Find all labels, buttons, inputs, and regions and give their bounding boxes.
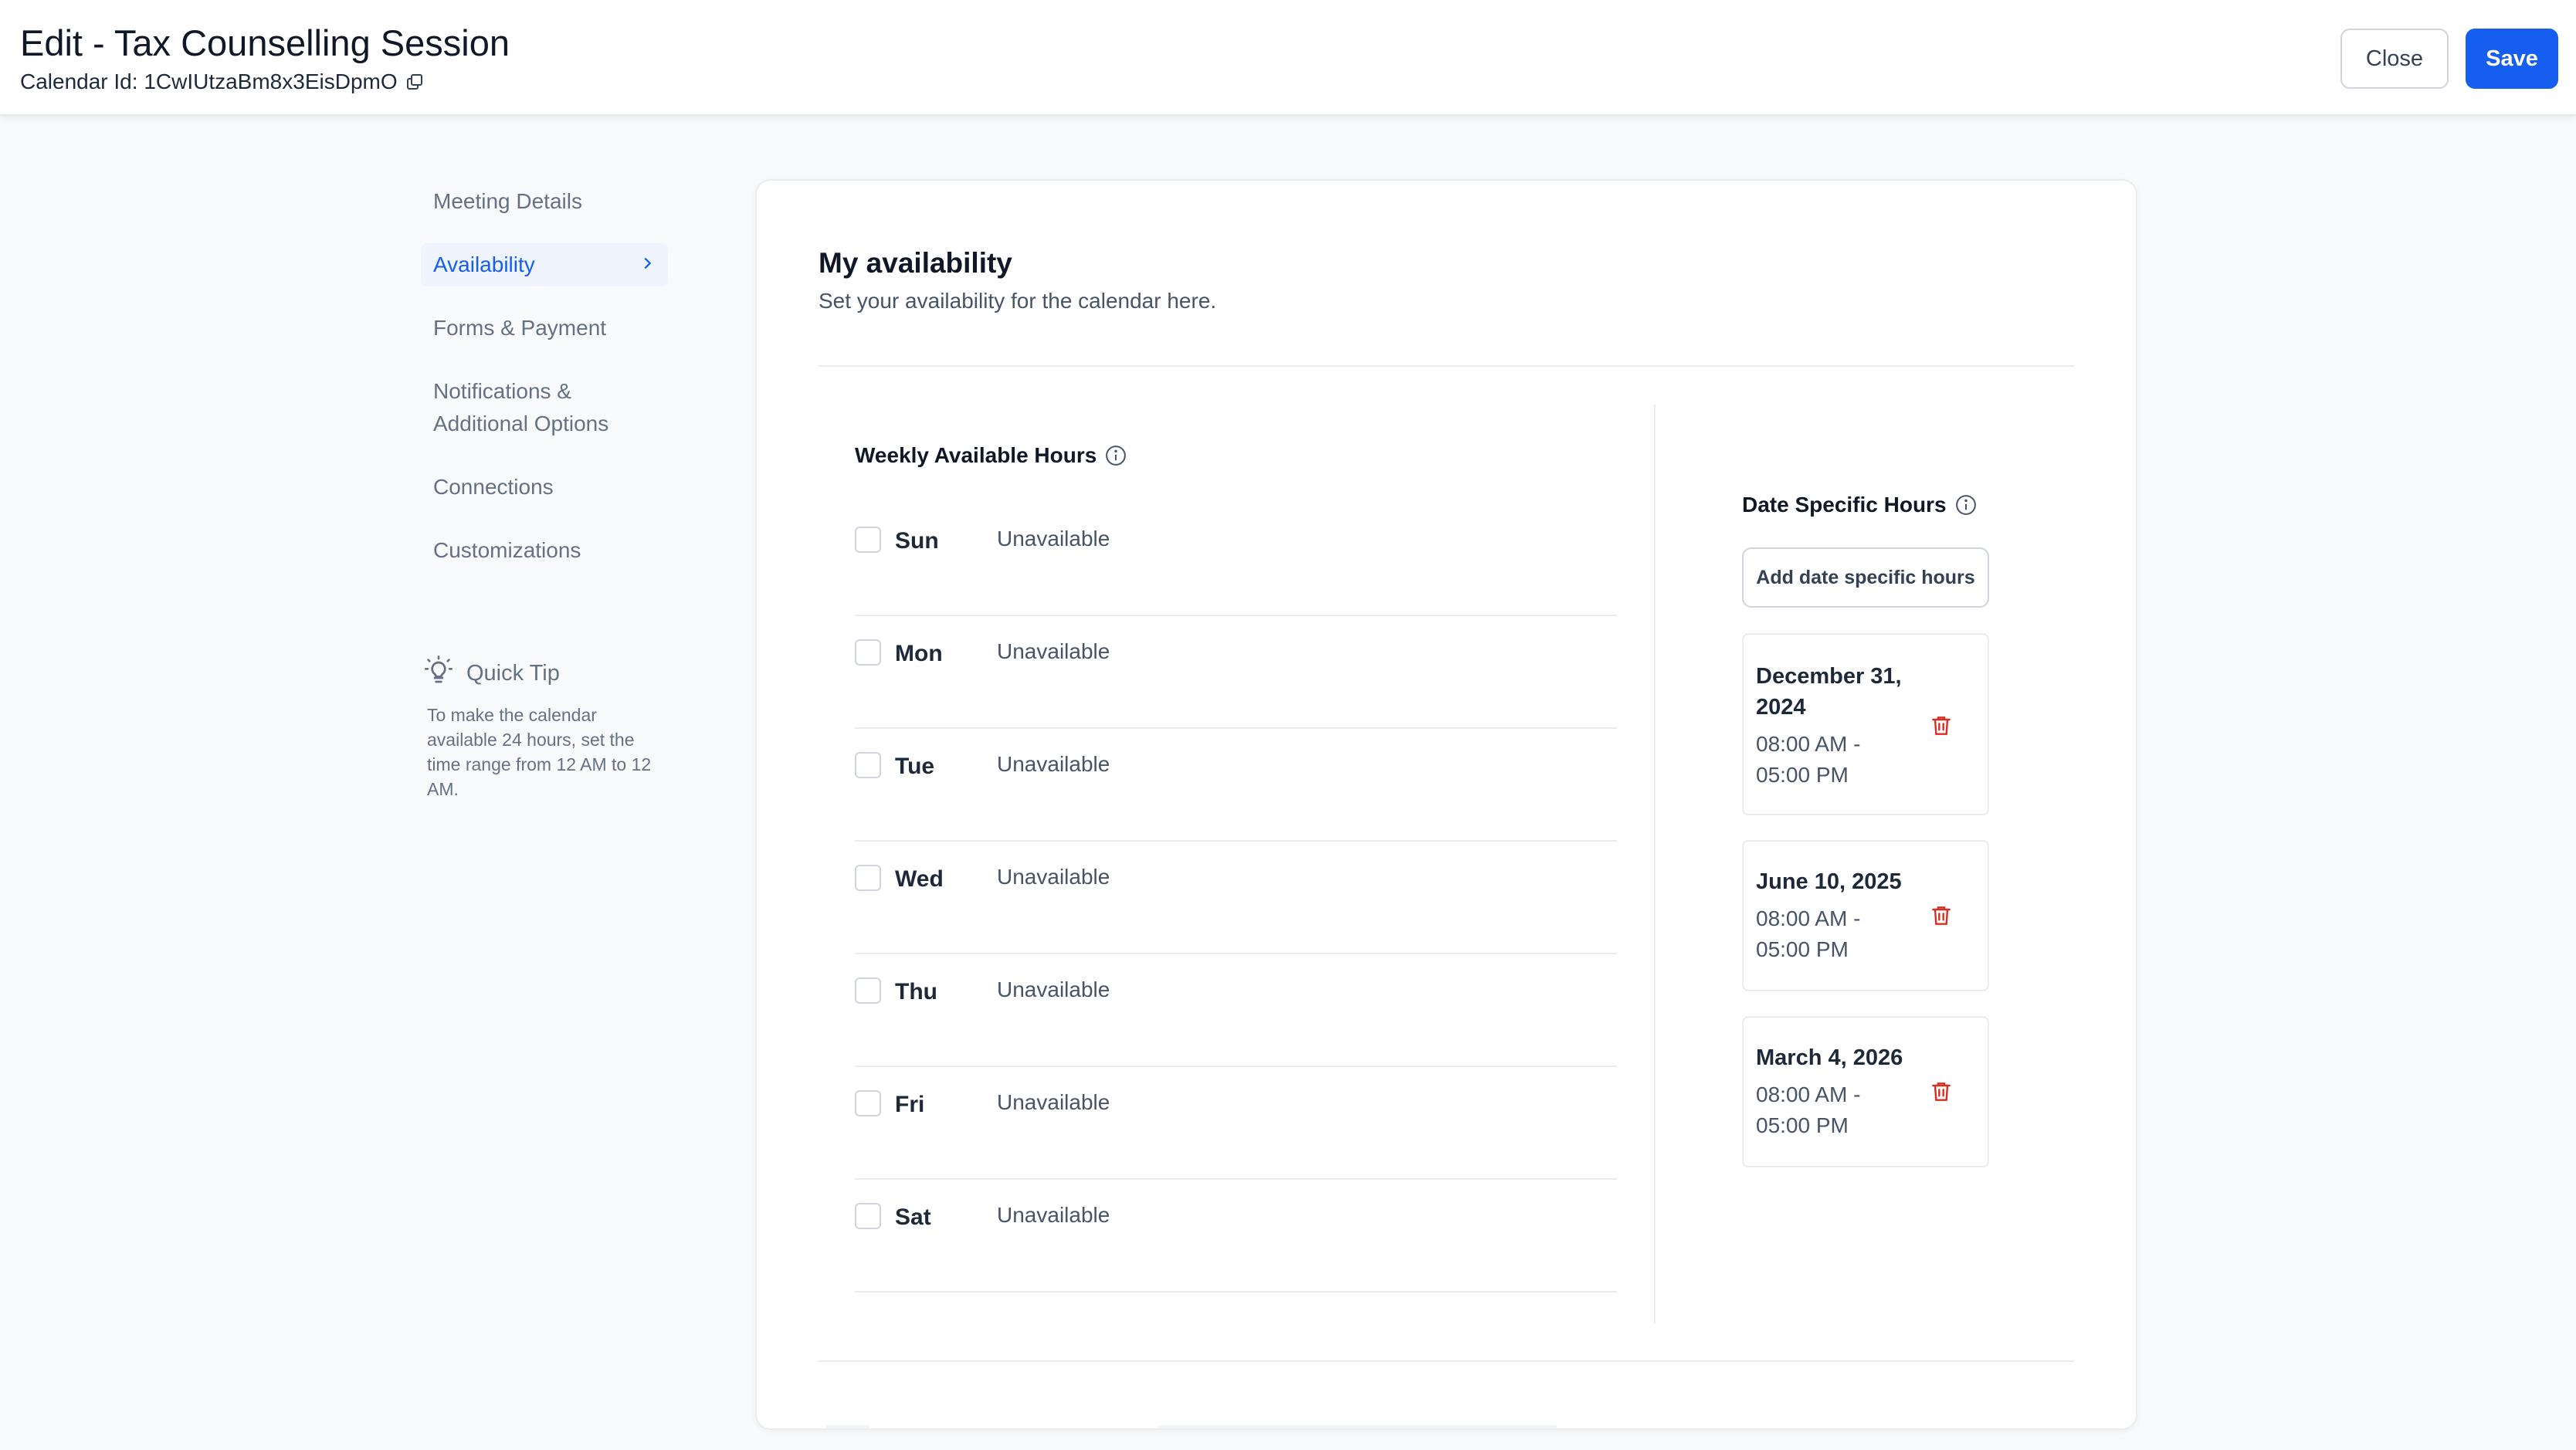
date-specific-label: Date Specific Hours: [1742, 493, 1947, 517]
day-status: Unavailable: [997, 639, 1110, 663]
date-entry-date: March 4, 2026: [1756, 1045, 1903, 1070]
close-button[interactable]: Close: [2340, 29, 2449, 89]
add-date-specific-hours-button[interactable]: Add date specific hours: [1742, 547, 1989, 608]
sidebar-item-connections[interactable]: Connections: [421, 471, 668, 503]
section-subtitle: Set your availability for the calendar h…: [819, 289, 1217, 313]
day-status: Unavailable: [997, 1090, 1110, 1114]
day-name: Tue: [895, 754, 935, 779]
date-entry-card: December 31, 2024 08:00 AM - 05:00 PM: [1742, 633, 1989, 815]
date-entry-time: 08:00 AM -: [1756, 1082, 1861, 1106]
day-name: Sat: [895, 1204, 931, 1230]
day-checkbox[interactable]: [855, 977, 881, 1004]
divider: [819, 365, 2074, 367]
sidebar-item-meeting-details[interactable]: Meeting Details: [421, 185, 668, 218]
column-divider: [1654, 405, 1656, 1323]
trash-icon[interactable]: [1929, 712, 1954, 740]
divider: [819, 1360, 2074, 1362]
date-entry-time: 08:00 AM -: [1756, 732, 1861, 756]
section-title: My availability: [819, 247, 1012, 279]
sidebar-item-availability[interactable]: Availability: [421, 243, 668, 286]
sidebar-item-notifications[interactable]: Notifications & Additional Options: [421, 375, 668, 440]
day-row-tue: Tue Unavailable: [855, 729, 1617, 842]
trash-icon[interactable]: [1929, 902, 1954, 930]
date-entry-card: June 10, 2025 08:00 AM - 05:00 PM: [1742, 840, 1989, 991]
calendar-id: Calendar Id: 1CwIUtzaBm8x3EisDpmO: [20, 69, 424, 94]
partial-element: [1158, 1425, 1557, 1428]
day-status: Unavailable: [997, 977, 1110, 1001]
quick-tip-title: Quick Tip: [466, 660, 560, 686]
sidebar-item-forms-payment[interactable]: Forms & Payment: [421, 312, 668, 344]
calendar-id-label: Calendar Id: 1CwIUtzaBm8x3EisDpmO: [20, 69, 398, 93]
day-status: Unavailable: [997, 1203, 1110, 1227]
weekly-hours-title: Weekly Available Hours: [855, 443, 1127, 468]
day-status: Unavailable: [997, 865, 1110, 889]
day-row-wed: Wed Unavailable: [855, 842, 1617, 954]
weekly-hours-label: Weekly Available Hours: [855, 443, 1097, 467]
top-header: Edit - Tax Counselling Session Calendar …: [0, 0, 2576, 116]
day-status: Unavailable: [997, 752, 1110, 776]
partial-element: [826, 1425, 869, 1428]
date-entry-time: 05:00 PM: [1756, 1113, 1849, 1137]
day-checkbox[interactable]: [855, 865, 881, 891]
day-row-sat: Sat Unavailable: [855, 1180, 1617, 1292]
date-entry-card: March 4, 2026 08:00 AM - 05:00 PM: [1742, 1016, 1989, 1167]
info-icon[interactable]: [1954, 493, 1978, 517]
date-entry-date: 2024: [1756, 695, 1806, 720]
trash-icon[interactable]: [1929, 1078, 1954, 1106]
day-checkbox[interactable]: [855, 639, 881, 666]
day-name: Thu: [895, 979, 937, 1004]
chevron-right-icon: [639, 249, 656, 281]
day-checkbox[interactable]: [855, 1203, 881, 1229]
sidebar-item-label: Additional Options: [433, 412, 609, 435]
date-entry-time: 05:00 PM: [1756, 763, 1849, 787]
date-entry-time: 05:00 PM: [1756, 937, 1849, 961]
sidebar-item-customizations[interactable]: Customizations: [421, 534, 668, 567]
copy-icon[interactable]: [405, 73, 424, 91]
sidebar-item-label: Notifications &: [433, 379, 571, 403]
save-button[interactable]: Save: [2466, 29, 2558, 89]
day-checkbox[interactable]: [855, 752, 881, 778]
day-name: Sun: [895, 528, 939, 554]
day-checkbox[interactable]: [855, 527, 881, 553]
quick-tip-header: Quick Tip: [423, 655, 560, 692]
date-specific-title: Date Specific Hours: [1742, 493, 1978, 517]
date-entry-date: December 31,: [1756, 664, 1902, 689]
quick-tip-text: To make the calendar available 24 hours,…: [427, 705, 652, 799]
day-row-thu: Thu Unavailable: [855, 954, 1617, 1067]
date-entry-time: 08:00 AM -: [1756, 906, 1861, 930]
day-name: Mon: [895, 641, 943, 666]
day-name: Fri: [895, 1092, 925, 1117]
day-row-fri: Fri Unavailable: [855, 1067, 1617, 1180]
day-row-mon: Mon Unavailable: [855, 616, 1617, 729]
date-entry-date: June 10, 2025: [1756, 869, 1902, 894]
info-icon[interactable]: [1104, 444, 1127, 467]
day-row-sun: Sun Unavailable: [855, 503, 1617, 616]
page-title: Edit - Tax Counselling Session: [20, 22, 510, 63]
sidebar-item-label: Availability: [433, 252, 535, 276]
day-name: Wed: [895, 866, 944, 892]
day-status: Unavailable: [997, 527, 1110, 551]
day-checkbox[interactable]: [855, 1090, 881, 1116]
lightbulb-icon: [423, 655, 454, 692]
